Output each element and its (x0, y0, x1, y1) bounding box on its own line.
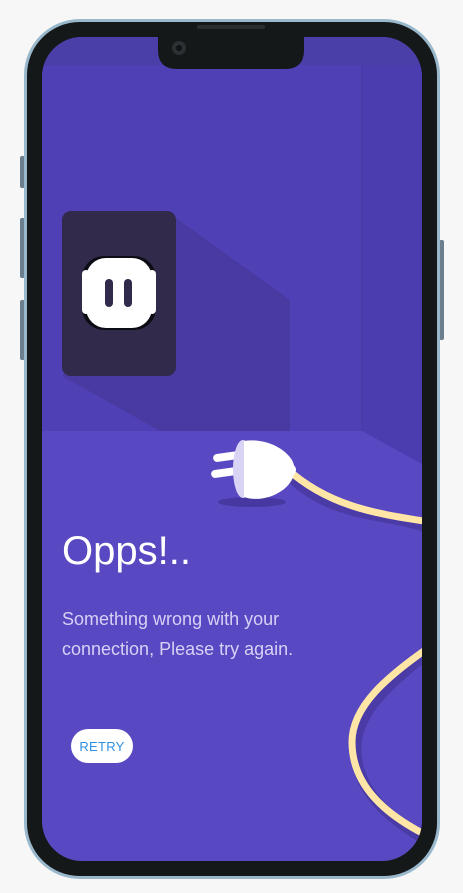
screen-root: Opps!.. Something wrong with your connec… (0, 0, 463, 893)
speaker-grille (197, 25, 265, 29)
corner-wall (362, 65, 422, 464)
power-socket-icon (62, 211, 176, 376)
front-camera-icon (172, 41, 186, 55)
retry-button[interactable]: RETRY (71, 729, 133, 763)
phone-device (20, 19, 444, 879)
error-heading: Opps!.. (62, 529, 191, 573)
error-message: Something wrong with your connection, Pl… (62, 609, 294, 659)
